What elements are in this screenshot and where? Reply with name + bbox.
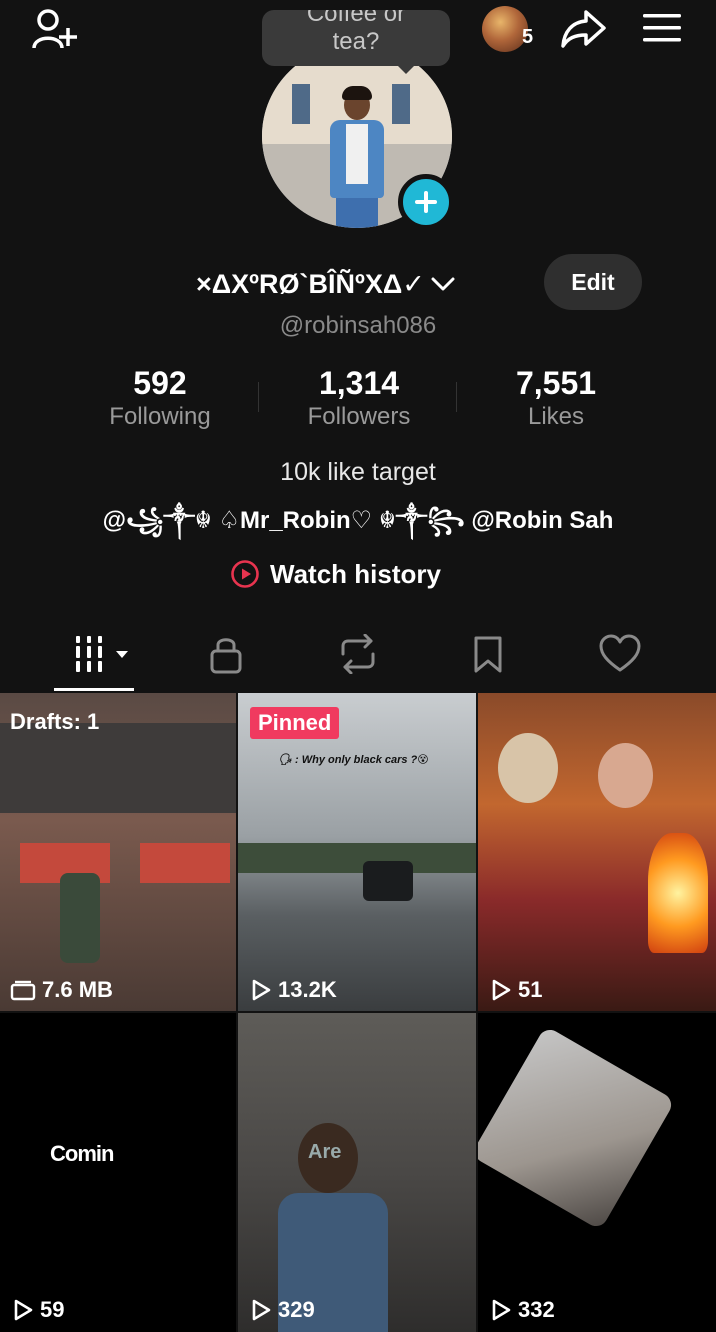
share-icon[interactable] bbox=[558, 6, 608, 52]
display-name: ×ΔXºRØ`BÎÑºXΔ✓ bbox=[196, 268, 425, 299]
video-grid: Drafts: 1 7.6 MB Pinned 🗣 : Why only bla… bbox=[0, 693, 716, 1332]
tile-treeline bbox=[238, 843, 476, 873]
grid-view-icon bbox=[76, 636, 128, 672]
active-tab-indicator bbox=[54, 688, 134, 691]
tab-favorites[interactable] bbox=[458, 630, 518, 678]
tile-caption: 🗣 : Why only black cars ?😵 bbox=[278, 754, 429, 766]
repost-icon bbox=[341, 634, 375, 674]
grid-tile-video[interactable]: Comin 59 bbox=[0, 1013, 236, 1332]
username: @robinsah086 bbox=[279, 312, 437, 339]
grid-tile-video[interactable]: 51 bbox=[478, 693, 716, 1011]
draft-folder-icon bbox=[10, 980, 36, 1001]
note-bubble-tail bbox=[396, 64, 416, 74]
tile-scene bbox=[0, 723, 236, 813]
heart-icon bbox=[599, 634, 641, 672]
grid-tile-draft[interactable]: Drafts: 1 7.6 MB bbox=[0, 693, 236, 1011]
menu-icon[interactable] bbox=[640, 8, 684, 48]
view-count-value: 51 bbox=[518, 977, 543, 1002]
view-count: 51 bbox=[490, 977, 542, 1003]
note-line-2: tea? bbox=[332, 28, 380, 55]
stat-label: Likes bbox=[527, 403, 585, 430]
avatar-figure-legs bbox=[336, 194, 378, 228]
grid-tile-pinned[interactable]: Pinned 🗣 : Why only black cars ?😵 13.2K bbox=[238, 693, 476, 1011]
bookmark-icon bbox=[474, 636, 502, 673]
play-icon bbox=[14, 1299, 33, 1321]
play-icon bbox=[252, 1299, 271, 1321]
tile-figure bbox=[498, 733, 558, 803]
stat-value: 592 bbox=[133, 365, 187, 401]
lock-icon bbox=[210, 638, 242, 674]
view-count: 332 bbox=[490, 1297, 555, 1323]
grid-tile-video[interactable]: 332 bbox=[478, 1013, 716, 1332]
tab-reposts[interactable] bbox=[328, 630, 388, 678]
tile-scene bbox=[140, 843, 230, 883]
drafts-label: Drafts: 1 bbox=[10, 709, 100, 734]
play-icon bbox=[492, 979, 511, 1001]
tab-liked[interactable] bbox=[590, 630, 650, 678]
view-count-value: 13.2K bbox=[278, 977, 337, 1002]
tile-caption: Comin bbox=[50, 1141, 114, 1166]
draft-size-value: 7.6 MB bbox=[42, 977, 113, 1002]
watch-history-label: Watch history bbox=[270, 558, 441, 589]
tile-caption: Are bbox=[308, 1141, 342, 1163]
bio-line-2: @꧁༒☬ ♤Mr_Robin♡ ☬༒꧂ @Robin Sah bbox=[102, 507, 614, 534]
plus-icon bbox=[415, 191, 437, 213]
view-count: 59 bbox=[12, 1297, 64, 1323]
grid-tile-video[interactable]: Are 329 bbox=[238, 1013, 476, 1332]
play-icon bbox=[492, 1299, 511, 1321]
view-count: 329 bbox=[250, 1297, 315, 1323]
avatar-figure-hair bbox=[342, 86, 372, 100]
stat-likes[interactable]: 7,551 Likes bbox=[456, 364, 656, 432]
watch-history-button[interactable]: Watch history bbox=[230, 556, 441, 592]
note-bubble[interactable]: Coffee or tea? bbox=[262, 10, 450, 66]
chevron-down-icon bbox=[431, 277, 455, 291]
draft-size: 7.6 MB bbox=[10, 977, 113, 1003]
tile-car bbox=[363, 861, 413, 901]
view-count: 13.2K bbox=[250, 977, 337, 1003]
stat-label: Followers bbox=[307, 403, 411, 430]
tab-private[interactable] bbox=[196, 630, 256, 678]
stat-label: Following bbox=[109, 403, 211, 430]
story-count: 5 bbox=[522, 26, 534, 48]
note-line-1: Coffee or bbox=[306, 10, 406, 27]
tile-figure bbox=[598, 743, 653, 808]
tile-figure bbox=[60, 873, 100, 963]
play-icon bbox=[252, 979, 271, 1001]
play-circle-icon bbox=[231, 560, 259, 588]
profile-tabs bbox=[0, 620, 716, 692]
stat-followers[interactable]: 1,314 Followers bbox=[259, 364, 459, 432]
stat-value: 1,314 bbox=[318, 365, 400, 401]
avatar-door bbox=[292, 84, 310, 124]
view-count-value: 329 bbox=[278, 1297, 315, 1322]
tab-videos[interactable] bbox=[72, 630, 132, 678]
add-friend-icon[interactable] bbox=[28, 6, 80, 54]
bio-line-1: 10k like target bbox=[280, 458, 436, 486]
profile-stats: 592 Following 1,314 Followers 7,551 Like… bbox=[60, 364, 656, 436]
pinned-badge: Pinned bbox=[250, 707, 340, 739]
tile-fire bbox=[648, 833, 708, 953]
view-count-value: 332 bbox=[518, 1297, 555, 1322]
stat-following[interactable]: 592 Following bbox=[60, 364, 260, 432]
view-count-value: 59 bbox=[40, 1297, 65, 1322]
display-name-row[interactable]: ×ΔXºRØ`BÎÑºXΔ✓ bbox=[196, 264, 526, 304]
add-story-button[interactable] bbox=[398, 174, 454, 230]
avatar-door bbox=[392, 84, 410, 124]
edit-profile-button[interactable]: Edit bbox=[544, 254, 642, 310]
stat-value: 7,551 bbox=[515, 365, 597, 401]
tile-object bbox=[478, 1025, 676, 1231]
avatar-figure-shirt bbox=[346, 124, 368, 184]
